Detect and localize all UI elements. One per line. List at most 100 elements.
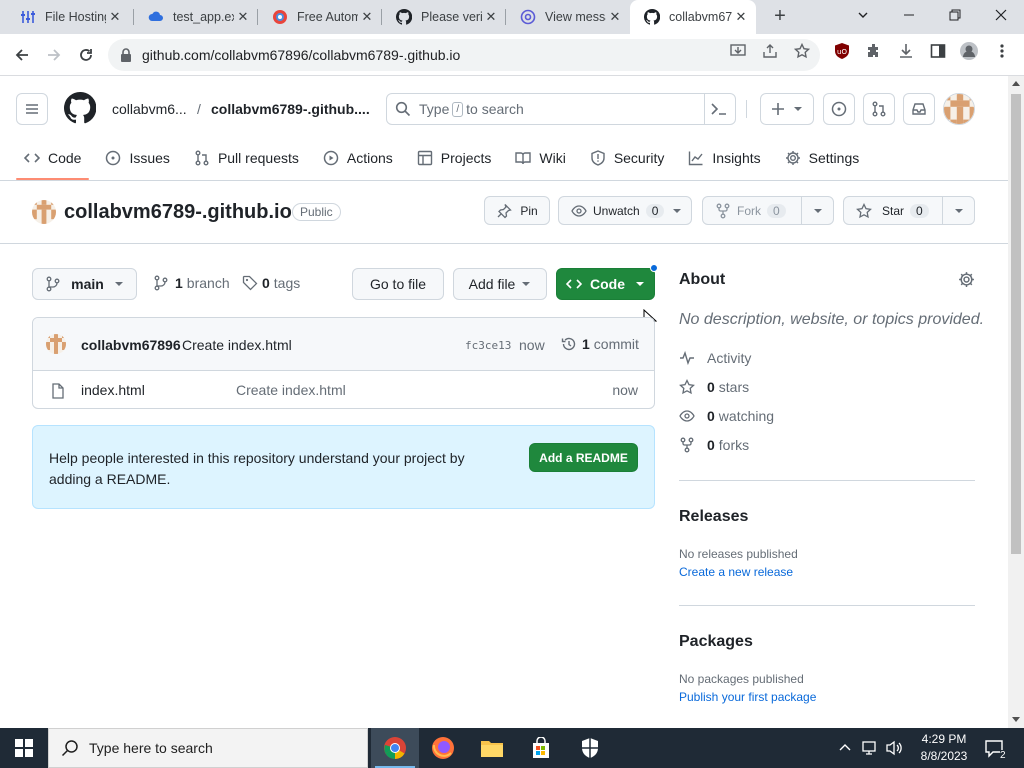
go-to-file-button[interactable]: Go to file	[352, 268, 444, 300]
close-icon[interactable]: ✕	[234, 9, 252, 25]
browser-tab[interactable]: Please verif ✕	[382, 0, 506, 34]
forks-link[interactable]: 0 forks	[679, 437, 749, 453]
table-row[interactable]: index.html Create index.html now	[33, 371, 654, 408]
owner-avatar[interactable]	[32, 200, 56, 224]
clock-time[interactable]: 4:29 PM	[917, 732, 971, 746]
stars-link[interactable]: 0 stars	[679, 379, 749, 395]
browser-tab-active[interactable]: collabvm67 ✕	[630, 0, 756, 34]
search-input[interactable]: Type / to search	[386, 93, 736, 125]
command-palette-button[interactable]	[710, 101, 728, 117]
code-button[interactable]: Code	[556, 268, 655, 300]
taskbar-firefox[interactable]	[419, 728, 467, 768]
profile-icon[interactable]	[959, 41, 979, 61]
star-button[interactable]: Star 0	[843, 196, 975, 225]
volume-icon[interactable]	[886, 740, 904, 756]
taskbar-security[interactable]	[566, 728, 614, 768]
tab-settings[interactable]: Settings	[777, 136, 868, 180]
restore-button[interactable]	[932, 0, 978, 30]
downloads-icon[interactable]	[896, 41, 916, 61]
file-name[interactable]: index.html	[81, 382, 145, 398]
create-new-button[interactable]	[760, 93, 814, 125]
terminal-icon	[711, 103, 726, 115]
tab-wiki[interactable]: Wiki	[507, 136, 573, 180]
tab-issues[interactable]: Issues	[97, 136, 177, 180]
network-icon[interactable]	[862, 740, 880, 756]
file-commit-message[interactable]: Create index.html	[236, 382, 346, 398]
reload-button[interactable]	[74, 43, 98, 67]
commit-author-avatar[interactable]	[46, 334, 66, 354]
issues-button[interactable]	[823, 93, 855, 125]
new-tab-button[interactable]: +	[768, 5, 792, 29]
commit-message[interactable]: Create index.html	[182, 337, 292, 353]
releases-heading[interactable]: Releases	[679, 508, 748, 526]
browser-tab[interactable]: test_app.exe ✕	[134, 0, 258, 34]
start-button[interactable]	[0, 728, 48, 768]
at-icon	[520, 9, 536, 25]
tags-link[interactable]: 0 tags	[242, 275, 300, 291]
taskbar-store[interactable]	[517, 728, 565, 768]
pull-requests-button[interactable]	[863, 93, 895, 125]
taskbar-chrome[interactable]	[371, 728, 419, 768]
bookmark-star-icon[interactable]	[792, 41, 812, 61]
unwatch-button[interactable]: Unwatch 0	[558, 196, 692, 225]
add-readme-button[interactable]: Add a README	[529, 443, 638, 472]
avatar[interactable]	[943, 93, 975, 125]
inbox-button[interactable]	[903, 93, 935, 125]
commit-author[interactable]: collabvm67896	[81, 337, 181, 353]
taskbar-search-input[interactable]: Type here to search	[48, 728, 368, 768]
activity-link[interactable]: Activity	[679, 350, 751, 366]
share-icon[interactable]	[760, 41, 780, 61]
chevron-up-icon[interactable]	[839, 742, 851, 752]
browser-tab[interactable]: View messa ✕	[506, 0, 630, 34]
scroll-down-icon[interactable]	[1012, 717, 1020, 723]
pin-button[interactable]: Pin	[484, 196, 550, 225]
tab-actions[interactable]: Actions	[315, 136, 401, 180]
ublock-icon[interactable]: uO	[832, 41, 852, 61]
breadcrumb-owner[interactable]: collabvm6...	[112, 101, 187, 117]
close-icon[interactable]: ✕	[606, 9, 624, 25]
tab-code[interactable]: Code	[16, 136, 90, 180]
close-icon[interactable]: ✕	[732, 9, 750, 25]
browser-tab[interactable]: File Hosting ✕	[6, 0, 130, 34]
branches-link[interactable]: 1 branch	[153, 275, 230, 291]
page-scrollbar[interactable]	[1008, 76, 1024, 728]
close-icon[interactable]: ✕	[106, 9, 124, 25]
extensions-icon[interactable]	[864, 41, 884, 61]
scrollbar-thumb[interactable]	[1011, 94, 1021, 554]
kebab-menu-icon[interactable]	[992, 41, 1012, 61]
close-icon[interactable]: ✕	[482, 9, 500, 25]
clock-date[interactable]: 8/8/2023	[913, 749, 975, 763]
publish-package-link[interactable]: Publish your first package	[679, 690, 816, 704]
side-panel-icon[interactable]	[928, 41, 948, 61]
tab-projects[interactable]: Projects	[409, 136, 500, 180]
forks-label: forks	[718, 437, 750, 453]
pin-icon	[497, 203, 513, 218]
taskbar-file-explorer[interactable]	[468, 728, 516, 768]
address-bar[interactable]: github.com/collabvm67896/collabvm6789-.g…	[108, 39, 820, 71]
hamburger-button[interactable]	[16, 93, 48, 125]
tab-insights[interactable]: Insights	[680, 136, 768, 180]
watching-link[interactable]: 0 watching	[679, 408, 774, 424]
close-window-button[interactable]	[978, 0, 1024, 30]
packages-heading[interactable]: Packages	[679, 633, 753, 651]
github-logo[interactable]	[64, 92, 96, 124]
branch-select[interactable]: main	[32, 268, 137, 300]
tab-pull-requests[interactable]: Pull requests	[186, 136, 307, 180]
browser-tab[interactable]: Free Autom ✕	[258, 0, 382, 34]
scroll-up-icon[interactable]	[1012, 80, 1020, 86]
tab-security[interactable]: Security	[582, 136, 673, 180]
back-button[interactable]	[10, 43, 34, 67]
forward-button[interactable]	[42, 43, 66, 67]
fork-button[interactable]: Fork 0	[702, 196, 834, 225]
tab-search-button[interactable]	[840, 0, 886, 30]
commit-sha[interactable]: fc3ce13	[465, 339, 511, 352]
repo-title[interactable]: collabvm6789-.github.io	[64, 201, 292, 224]
breadcrumb-repo[interactable]: collabvm6789-.github....	[211, 101, 370, 117]
create-release-link[interactable]: Create a new release	[679, 565, 793, 579]
close-icon[interactable]: ✕	[358, 9, 376, 25]
install-app-icon[interactable]	[728, 41, 748, 61]
commit-history-link[interactable]: 1 commit	[561, 336, 639, 352]
minimize-button[interactable]	[886, 0, 932, 30]
add-file-button[interactable]: Add file	[453, 268, 547, 300]
gear-icon[interactable]	[958, 271, 975, 288]
